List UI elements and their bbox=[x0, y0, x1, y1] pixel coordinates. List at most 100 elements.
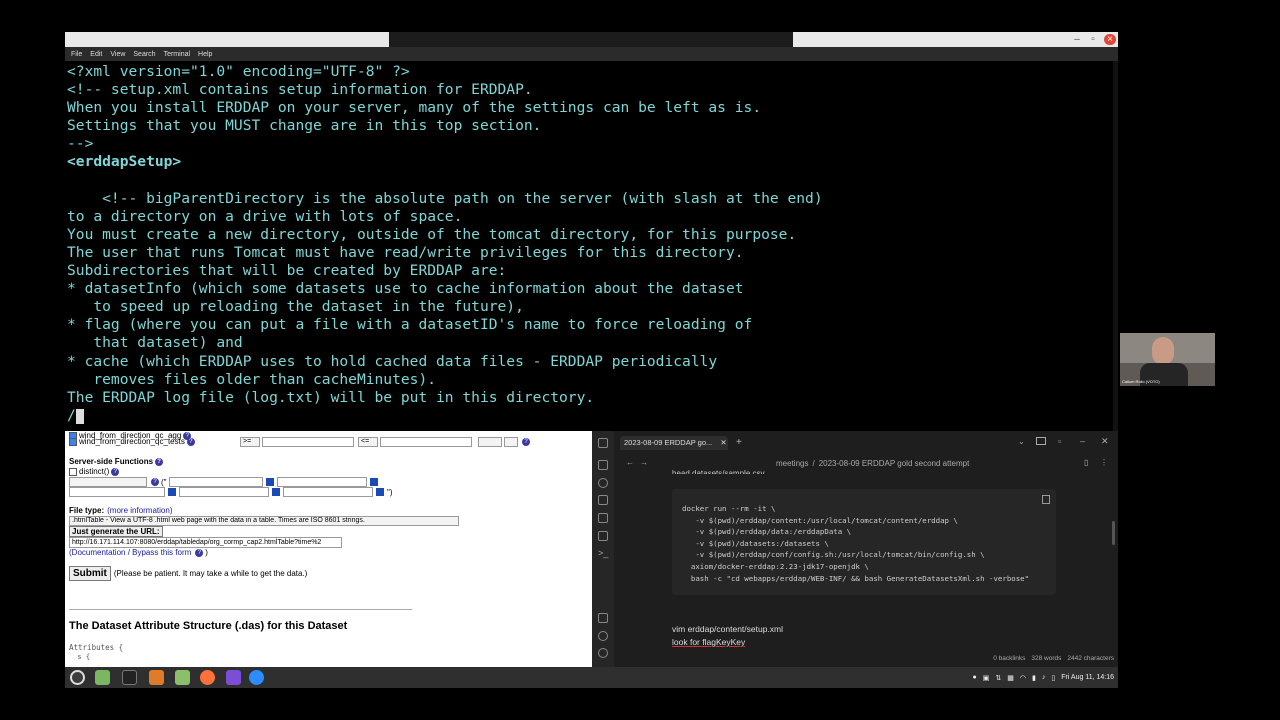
chevron-down-icon[interactable]: ⌄ bbox=[1018, 437, 1025, 446]
code-line: -v $(pwd)/erddap/content:/usr/local/tomc… bbox=[682, 515, 958, 525]
menu-help[interactable]: Help bbox=[198, 51, 212, 58]
constraint-min-input[interactable] bbox=[262, 437, 354, 447]
stepper[interactable] bbox=[504, 437, 518, 447]
info-icon[interactable]: ? bbox=[195, 548, 204, 557]
tray-app-icon[interactable]: ▣ bbox=[983, 674, 990, 682]
back-arrow-icon[interactable]: ← bbox=[626, 458, 634, 467]
forward-arrow-icon[interactable]: → bbox=[640, 458, 648, 467]
maximize-icon[interactable]: ▫ bbox=[1086, 32, 1100, 47]
dropdown-arrow-icon[interactable] bbox=[265, 478, 274, 486]
zoom-tray-icon[interactable]: ● bbox=[973, 674, 977, 681]
obsidian-icon[interactable] bbox=[226, 670, 241, 685]
backlinks-count[interactable]: 0 backlinks bbox=[993, 655, 1025, 662]
info-icon[interactable]: ? bbox=[522, 438, 530, 446]
terminal-body[interactable]: <?xml version="1.0" encoding="UTF-8" ?> … bbox=[65, 61, 1118, 431]
terminal-line: When you install ERDDAP on your server, … bbox=[67, 99, 762, 117]
folder-icon[interactable] bbox=[175, 670, 190, 685]
split-view-icon[interactable] bbox=[1036, 437, 1046, 445]
settings-icon[interactable] bbox=[598, 648, 608, 658]
variable-name: wind_from_direction_qc_tests bbox=[79, 437, 185, 446]
new-tab-icon[interactable]: + bbox=[736, 437, 742, 448]
wifi-icon[interactable]: ◠ bbox=[1020, 674, 1026, 682]
copy-icon[interactable] bbox=[598, 531, 608, 541]
close-icon[interactable]: × bbox=[1104, 34, 1116, 45]
distinct-select[interactable] bbox=[478, 437, 502, 447]
info-icon[interactable]: ? bbox=[186, 437, 195, 446]
dropdown-arrow-icon[interactable] bbox=[168, 488, 176, 496]
window-close-icon[interactable]: ✕ bbox=[1101, 436, 1109, 447]
orderby-field[interactable] bbox=[276, 477, 367, 487]
breadcrumb-parent[interactable]: meetings bbox=[776, 459, 808, 468]
webcam-thumbnail[interactable]: Callum Rollo (VOTO) bbox=[1120, 333, 1215, 386]
battery-icon[interactable]: ▮ bbox=[1032, 674, 1036, 682]
orderby-field[interactable] bbox=[168, 477, 263, 487]
file-explorer-icon[interactable] bbox=[598, 460, 608, 470]
variable-checkbox[interactable] bbox=[69, 437, 77, 446]
network-icon[interactable]: ⇅ bbox=[995, 674, 1001, 682]
firefox-icon[interactable] bbox=[200, 670, 215, 685]
menu-edit[interactable]: Edit bbox=[90, 51, 102, 58]
distinct-checkbox[interactable] bbox=[69, 467, 77, 476]
vault-icon[interactable] bbox=[598, 613, 608, 623]
menu-file[interactable]: File bbox=[71, 51, 82, 58]
terminal-icon[interactable]: >_ bbox=[598, 548, 608, 558]
sidebar-toggle-icon[interactable] bbox=[598, 438, 608, 448]
constraint-max-input[interactable] bbox=[380, 437, 472, 447]
clock[interactable]: Fri Aug 11, 14:16 bbox=[1061, 674, 1114, 681]
window-restore-icon[interactable]: ▫ bbox=[1058, 436, 1061, 446]
submit-row: Submit (Please be patient. It may take a… bbox=[69, 566, 307, 581]
tab-close-icon[interactable]: ✕ bbox=[720, 438, 726, 447]
terminal-app-icon[interactable] bbox=[122, 670, 137, 685]
person-face bbox=[1152, 337, 1174, 365]
notes-scrollbar[interactable] bbox=[1112, 521, 1115, 545]
paren-open: (" bbox=[161, 477, 167, 487]
documentation-link[interactable]: (Documentation / Bypass this form bbox=[69, 548, 191, 557]
minimize-icon[interactable]: – bbox=[1070, 32, 1084, 47]
zoom-icon[interactable] bbox=[249, 670, 264, 685]
note-tab[interactable]: 2023-08-09 ERDDAP go... ✕ bbox=[620, 436, 728, 450]
orderby-field[interactable] bbox=[283, 487, 373, 497]
url-row: http://16.171.114.107:8080/erddap/tabled… bbox=[69, 537, 342, 548]
copy-code-icon[interactable] bbox=[1042, 495, 1050, 504]
file-manager-icon[interactable] bbox=[95, 670, 110, 685]
volume-icon[interactable]: ♪ bbox=[1042, 674, 1046, 681]
orderby-select[interactable] bbox=[69, 477, 147, 487]
dropdown-arrow-icon[interactable] bbox=[369, 478, 378, 486]
terminal-line: * cache (which ERDDAP uses to hold cache… bbox=[67, 352, 718, 370]
terminal-line: --> bbox=[67, 135, 94, 153]
help-icon[interactable] bbox=[598, 631, 608, 641]
graph-icon[interactable] bbox=[598, 478, 608, 488]
calendar-icon[interactable] bbox=[598, 513, 608, 523]
sublime-icon[interactable] bbox=[149, 670, 164, 685]
dropdown-arrow-icon[interactable] bbox=[376, 488, 384, 496]
terminal-line: The ERDDAP log file (log.txt) will be pu… bbox=[67, 388, 595, 406]
generate-url-button[interactable]: Just generate the URL: bbox=[69, 526, 163, 537]
notifications-icon[interactable]: ▯ bbox=[1051, 674, 1055, 682]
submit-button[interactable]: Submit bbox=[69, 566, 111, 581]
info-icon[interactable]: ? bbox=[151, 478, 159, 486]
more-information-link[interactable]: (more information) bbox=[107, 506, 172, 515]
code-line: -v $(pwd)/erddap/data:/erddapData \ bbox=[682, 527, 852, 537]
operator-select[interactable]: <= bbox=[358, 437, 378, 447]
keyboard-layout-icon[interactable]: ▦ bbox=[1007, 674, 1014, 682]
window-minimize-icon[interactable]: – bbox=[1080, 436, 1085, 446]
info-icon[interactable]: ? bbox=[111, 467, 120, 476]
operator-select[interactable]: >= bbox=[240, 437, 260, 447]
terminal-line: to a directory on a drive with lots of s… bbox=[67, 207, 463, 225]
menu-search[interactable]: Search bbox=[133, 51, 155, 58]
divider bbox=[69, 609, 412, 610]
terminal-scrollbar[interactable] bbox=[1113, 61, 1118, 431]
generated-url-field[interactable]: http://16.171.114.107:8080/erddap/tabled… bbox=[69, 537, 342, 548]
menu-view[interactable]: View bbox=[110, 51, 125, 58]
menu-terminal[interactable]: Terminal bbox=[164, 51, 190, 58]
orderby-field[interactable] bbox=[179, 487, 269, 497]
mint-menu-icon[interactable] bbox=[70, 670, 85, 685]
orderby-field[interactable] bbox=[69, 487, 165, 497]
terminal-titlebar-tab[interactable] bbox=[389, 32, 793, 47]
dropdown-arrow-icon[interactable] bbox=[272, 488, 280, 496]
grid-icon[interactable] bbox=[598, 495, 608, 505]
reading-view-icon[interactable]: ▯ bbox=[1084, 458, 1088, 467]
file-type-select[interactable]: .htmlTable - View a UTF-8 .html web page… bbox=[69, 516, 459, 526]
more-options-icon[interactable]: ⋮ bbox=[1100, 458, 1108, 467]
info-icon[interactable]: ? bbox=[155, 457, 164, 466]
